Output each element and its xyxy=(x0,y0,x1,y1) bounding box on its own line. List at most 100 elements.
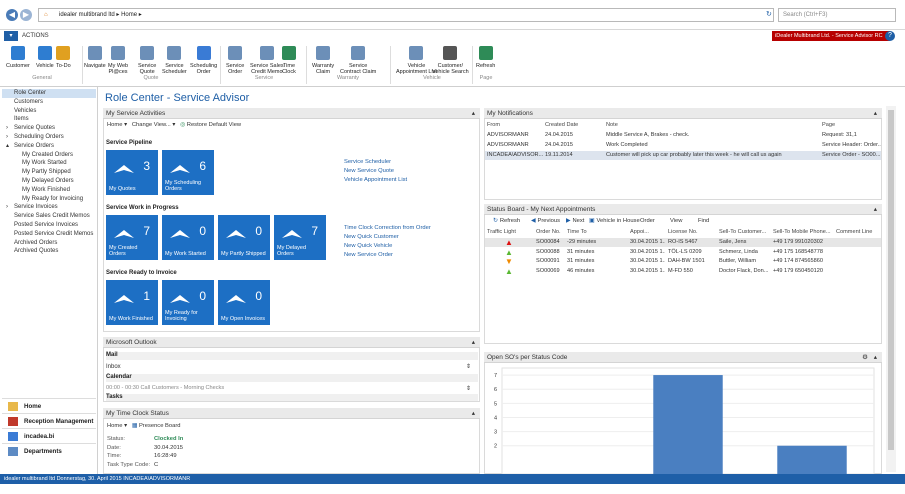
restore-view-button[interactable]: Restore Default View xyxy=(187,122,241,128)
ribbon-my-web-pl-ces-button[interactable]: My Web Pl@ces xyxy=(108,46,128,76)
sb-view-button[interactable]: View xyxy=(670,218,682,224)
ribbon-service-contract-claim-button[interactable]: Service Contract Claim xyxy=(340,46,376,76)
sb-previous-button[interactable]: ◀ Previous xyxy=(531,218,560,224)
ribbon-label: Customer xyxy=(6,63,30,69)
collapse-icon[interactable]: ▴ xyxy=(472,108,475,119)
sidebar-item-scheduling-orders[interactable]: › Scheduling Orders xyxy=(2,133,96,142)
tile-my-created-orders[interactable]: 7 My Created Orders xyxy=(106,215,158,260)
collapse-icon[interactable]: ▴ xyxy=(472,408,475,419)
ribbon-to-do-button[interactable]: To-Do xyxy=(56,46,71,69)
link-new-service-quote[interactable]: New Service Quote xyxy=(344,168,394,174)
tile-my-ready-for-invoicing[interactable]: 0 My Ready for Invoicing xyxy=(162,280,214,325)
scroll-thumb[interactable] xyxy=(888,110,894,450)
refresh-icon[interactable]: ↻ xyxy=(766,10,772,18)
bar[interactable] xyxy=(777,445,847,474)
ribbon-scheduling-order-button[interactable]: Scheduling Order xyxy=(190,46,217,76)
tile-my-scheduling-orders[interactable]: 6 My Scheduling Orders xyxy=(162,150,214,195)
calendar-entry[interactable]: 00:00 - 00:30 Call Customers - Morning C… xyxy=(106,385,224,391)
sb-row[interactable]: ▲ SO00088 31 minutes 30.04.2015 1... TÖL-LS … xyxy=(485,248,881,257)
ribbon-vehicle-appointment-list-button[interactable]: Vehicle Appointment List xyxy=(396,46,437,76)
sidebar-item-service-orders[interactable]: ▴ Service Orders xyxy=(2,142,96,151)
sidebar-item-my-partly-shipped[interactable]: My Partly Shipped xyxy=(2,168,96,177)
sidebar-item-posted-service-credit-memos[interactable]: Posted Service Credit Memos xyxy=(2,230,96,239)
link-new-service-order[interactable]: New Service Order xyxy=(344,252,393,258)
sb-cell: +49 179 650450120 xyxy=(773,267,823,274)
bar[interactable] xyxy=(653,375,723,474)
collapse-icon[interactable]: ▴ xyxy=(874,352,877,363)
sb-order-button[interactable]: Order xyxy=(640,218,655,224)
tile-my-partly-shipped[interactable]: 0 My Partly Shipped xyxy=(218,215,270,260)
spinner-icon[interactable]: ⇕ xyxy=(466,385,471,392)
ribbon-service-scheduler-button[interactable]: Service Scheduler xyxy=(162,46,187,76)
sidebar-item-role-center[interactable]: Role Center xyxy=(2,89,96,98)
sb-refresh-button[interactable]: ↻ Refresh xyxy=(493,218,520,224)
notif-row[interactable]: INCADEA\ADVISOR... 19.11.2014 Customer wil… xyxy=(485,151,881,160)
presence-board-button[interactable]: Presence Board xyxy=(139,423,181,429)
tile-my-open-invoices[interactable]: 0 My Open Invoices xyxy=(218,280,270,325)
sidebar-item-my-ready-for-invoicing[interactable]: My Ready for Invoicing xyxy=(2,195,96,204)
sb-row[interactable]: ▲ SO00069 46 minutes 30.04.2015 1... M-FD 55… xyxy=(485,267,881,276)
help-icon[interactable]: ? xyxy=(885,31,895,41)
change-view-button[interactable]: Change View... xyxy=(132,122,171,128)
link-service-scheduler[interactable]: Service Scheduler xyxy=(344,159,391,165)
sidebar-departments[interactable]: Departments xyxy=(2,443,96,458)
collapse-icon[interactable]: ▴ xyxy=(874,204,877,215)
ribbon-service-quote-button[interactable]: Service Quote xyxy=(138,46,156,76)
sb-vehicle-in-house-button[interactable]: ▣ Vehicle in House xyxy=(589,218,640,224)
sb-next-button[interactable]: ▶ Next xyxy=(566,218,584,224)
sidebar-home[interactable]: Home xyxy=(2,398,96,413)
notif-row[interactable]: ADVISORMANR 24.04.2015 Work Completed Servi… xyxy=(485,141,881,150)
sidebar-item-service-invoices[interactable]: › Service Invoices xyxy=(2,203,96,212)
ribbon-customer-button[interactable]: Customer xyxy=(6,46,30,69)
ribbon-navigate-button[interactable]: Navigate xyxy=(84,46,106,69)
sidebar-item-archived-quotes[interactable]: Archived Quotes xyxy=(2,247,96,256)
app-menu-button[interactable]: ▾ xyxy=(4,31,18,41)
sidebar-reception[interactable]: Reception Management xyxy=(2,413,96,428)
sb-row[interactable]: ▲ SO00084 -29 minutes 30.04.2015 1... RO-IS … xyxy=(485,238,881,247)
tab-actions[interactable]: ACTIONS xyxy=(22,33,49,39)
sidebar-item-my-created-orders[interactable]: My Created Orders xyxy=(2,151,96,160)
notif-row[interactable]: ADVISORMANR 24.04.2015 Middle Service A, B… xyxy=(485,131,881,140)
ribbon-service-order-button[interactable]: Service Order xyxy=(226,46,244,76)
sidebar-item-service-quotes[interactable]: › Service Quotes xyxy=(2,124,96,133)
ribbon-service-sales-credit-memo-button[interactable]: Service Sales Credit Memo xyxy=(250,46,284,76)
sidebar-item-my-work-started[interactable]: My Work Started xyxy=(2,159,96,168)
ribbon-warranty-claim-button[interactable]: Warranty Claim xyxy=(312,46,334,76)
home-menu[interactable]: Home xyxy=(107,122,122,128)
link-new-quick-customer[interactable]: New Quick Customer xyxy=(344,234,399,240)
sb-find-button[interactable]: Find xyxy=(698,218,709,224)
back-icon[interactable]: ◀ xyxy=(6,9,18,21)
address-field[interactable]: ⌂ idealer multibrand ltd ▸ Home ▸ xyxy=(38,8,774,22)
settings-icon[interactable]: ⚙ xyxy=(862,352,868,363)
tile-my-work-finished[interactable]: 1 My Work Finished xyxy=(106,280,158,325)
sidebar-item-my-work-finished[interactable]: My Work Finished xyxy=(2,186,96,195)
sidebar-item-my-delayed-orders[interactable]: My Delayed Orders xyxy=(2,177,96,186)
forward-icon[interactable]: ▶ xyxy=(20,9,32,21)
sidebar-item-archived-orders[interactable]: Archived Orders xyxy=(2,239,96,248)
ribbon-customer-vehicle-search-button[interactable]: Customer/ Vehicle Search xyxy=(432,46,469,76)
search-input[interactable]: Search (Ctrl+F3) xyxy=(778,8,896,22)
tile-my-work-started[interactable]: 0 My Work Started xyxy=(162,215,214,260)
tile-my-delayed-orders[interactable]: 7 My Delayed Orders xyxy=(274,215,326,260)
sidebar-item-customers[interactable]: Customers xyxy=(2,98,96,107)
link-time-clock-correction-from-order[interactable]: Time Clock Correction from Order xyxy=(344,225,431,231)
collapse-icon[interactable]: ▴ xyxy=(472,337,475,348)
sidebar-incadea-bi[interactable]: incadea.bi xyxy=(2,428,96,443)
sidebar-item-vehicles[interactable]: Vehicles xyxy=(2,107,96,116)
ribbon-refresh-button[interactable]: Refresh xyxy=(476,46,495,69)
page-scrollbar[interactable] xyxy=(886,106,896,472)
link-new-quick-vehicle[interactable]: New Quick Vehicle xyxy=(344,243,392,249)
collapse-icon[interactable]: ▴ xyxy=(874,108,877,119)
link-vehicle-appointment-list[interactable]: Vehicle Appointment List xyxy=(344,177,407,183)
sb-row[interactable]: ▼ SO00091 31 minutes 30.04.2015 1... DAH-BW … xyxy=(485,257,881,266)
next-icon: ▶ xyxy=(566,218,571,224)
tile-my-quotes[interactable]: 3 My Quotes xyxy=(106,150,158,195)
spinner-icon[interactable]: ⇕ xyxy=(466,363,471,370)
sidebar-item-items[interactable]: Items xyxy=(2,115,96,124)
ribbon-vehicle-button[interactable]: Vehicle xyxy=(36,46,54,69)
sidebar-item-posted-service-invoices[interactable]: Posted Service Invoices xyxy=(2,221,96,230)
home-menu[interactable]: Home xyxy=(107,423,122,429)
ribbon-time-clock-button[interactable]: Time Clock xyxy=(282,46,296,76)
inbox-label[interactable]: Inbox xyxy=(106,364,121,370)
sidebar-item-service-sales-credit-memos[interactable]: Service Sales Credit Memos xyxy=(2,212,96,221)
